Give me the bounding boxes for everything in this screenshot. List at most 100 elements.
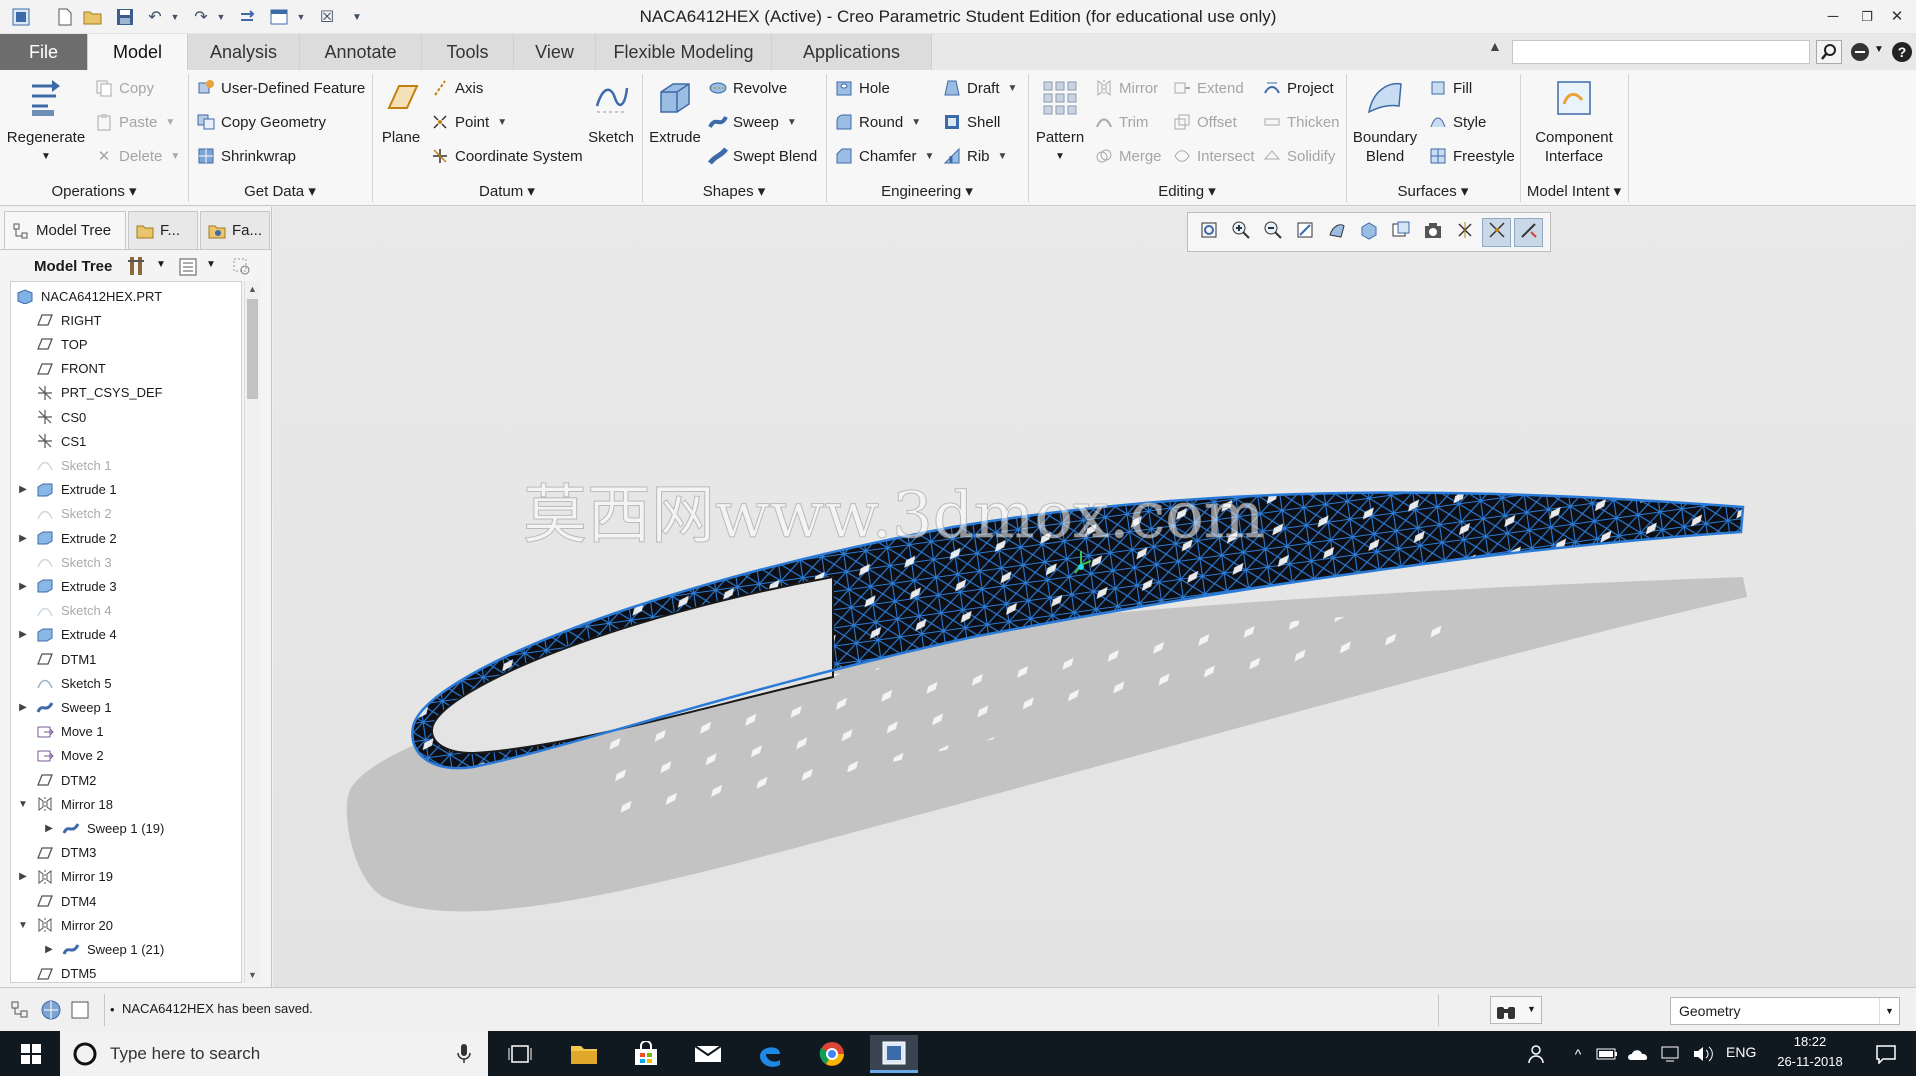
user-defined-feature-button[interactable]: User-Defined Feature [196,76,365,100]
solidify-button[interactable]: Solidify [1262,144,1335,168]
swept-blend-button[interactable]: Swept Blend [708,144,817,168]
tab-model[interactable]: Model [88,34,188,70]
shrinkwrap-button[interactable]: Shrinkwrap [196,144,296,168]
tab-model-tree[interactable]: Model Tree [4,211,126,249]
volume-icon[interactable] [1688,1035,1718,1073]
tree-item[interactable]: DTM4 [35,889,96,913]
tab-flexible-modeling[interactable]: Flexible Modeling [596,34,772,70]
tree-item[interactable]: RIGHT [35,308,101,332]
scroll-thumb[interactable] [247,299,258,399]
group-operations[interactable]: Operations ▾ [0,182,188,200]
group-shapes[interactable]: Shapes ▾ [642,182,826,200]
revolve-button[interactable]: Revolve [708,76,787,100]
taskbar-search-box[interactable]: Type here to search [60,1031,488,1076]
collapse-icon[interactable]: ▼ [17,799,29,810]
graphics-viewport[interactable]: 莫西网www.3dmox.com [273,207,1916,987]
window-close-icon[interactable]: ✕ [1884,4,1910,30]
group-engineering[interactable]: Engineering ▾ [826,182,1028,200]
notifications-icon[interactable] [1862,1035,1910,1073]
offset-button[interactable]: Offset [1172,110,1237,134]
draft-button[interactable]: Draft ▼ [942,76,1017,100]
copy-button[interactable]: Copy [94,76,154,100]
tray-expand-icon[interactable]: ^ [1566,1035,1590,1073]
creo-taskbar-icon[interactable] [870,1035,918,1073]
expand-icon[interactable]: ▶ [17,629,29,640]
clock-date[interactable]: 26-11-2018 [1770,1054,1850,1069]
tree-item[interactable]: ▼ Mirror 18 [18,792,113,816]
expand-icon[interactable]: ▶ [17,581,29,592]
network-icon[interactable] [1656,1035,1686,1073]
tree-scrollbar[interactable]: ▲ ▼ [244,281,260,983]
task-view-icon[interactable] [496,1035,544,1073]
component-interface-button[interactable]: Component Interface [1524,76,1624,166]
tree-item[interactable]: ▶ Extrude 1 [19,478,117,502]
expand-icon[interactable]: ▶ [17,533,29,544]
tab-annotate[interactable]: Annotate [300,34,422,70]
group-model-intent[interactable]: Model Intent ▾ [1520,182,1628,200]
window-restore-icon[interactable]: ❐ [1854,4,1880,30]
help-icon[interactable]: ? [1892,42,1912,62]
expand-icon[interactable]: ▶ [17,484,29,495]
people-icon[interactable] [1518,1035,1558,1073]
trim-button[interactable]: Trim [1094,110,1148,134]
tree-item[interactable]: Sketch 1 [35,453,112,477]
tab-applications[interactable]: Applications [772,34,932,70]
tab-file[interactable]: File [0,34,88,70]
window-minimize-icon[interactable]: ─ [1820,4,1846,30]
expand-icon[interactable]: ▶ [17,702,29,713]
group-datum[interactable]: Datum ▾ [372,182,642,200]
airfoil-model[interactable]: 莫西网www.3dmox.com [273,207,1916,987]
expand-icon[interactable]: ▶ [43,823,55,834]
intersect-button[interactable]: Intersect [1172,144,1255,168]
navigator-toggle-icon[interactable] [10,1000,30,1024]
hole-button[interactable]: Hole [834,76,890,100]
tree-item[interactable]: ▶ Extrude 2 [19,526,117,550]
tree-settings-icon[interactable] [126,255,146,281]
sketch-button[interactable]: Sketch [584,76,638,147]
input-language[interactable]: ENG [1726,1044,1756,1060]
file-explorer-icon[interactable] [560,1035,608,1073]
tree-item[interactable]: ▼ Mirror 20 [18,913,113,937]
collapse-ribbon-icon[interactable]: ▲ [1488,38,1502,54]
tree-item[interactable]: DTM3 [35,841,96,865]
tree-item[interactable]: ▶ Sweep 1 (19) [45,816,164,840]
delete-button[interactable]: ✕ Delete ▼ [94,144,181,168]
tree-item[interactable]: CS1 [35,429,86,453]
community-dropdown-icon[interactable]: ▼ [1874,44,1884,55]
tab-view[interactable]: View [514,34,596,70]
group-editing[interactable]: Editing ▾ [1028,182,1346,200]
rib-button[interactable]: Rib ▼ [942,144,1007,168]
copy-geometry-button[interactable]: Copy Geometry [196,110,326,134]
merge-button[interactable]: Merge [1094,144,1162,168]
filter-select[interactable]: Geometry ▼ [1670,997,1900,1025]
sweep-button[interactable]: Sweep ▼ [708,110,797,134]
chrome-icon[interactable] [808,1035,856,1073]
tree-item[interactable]: ▶ Mirror 19 [19,865,113,889]
round-button[interactable]: Round ▼ [834,110,921,134]
tree-columns-dropdown-icon[interactable]: ▼ [206,259,216,270]
store-icon[interactable] [622,1035,670,1073]
tree-item[interactable]: DTM1 [35,647,96,671]
paste-button[interactable]: Paste ▼ [94,110,175,134]
style-button[interactable]: Style [1428,110,1486,134]
tree-item[interactable]: ▶ Sweep 1 (21) [45,937,164,961]
search-input[interactable] [1512,40,1810,64]
collapse-icon[interactable]: ▼ [17,920,29,931]
tree-item[interactable]: Sketch 4 [35,599,112,623]
tree-item[interactable]: ▶ Extrude 4 [19,623,117,647]
tree-item[interactable]: PRT_CSYS_DEF [35,381,163,405]
extrude-button[interactable]: Extrude [646,76,704,147]
tree-item[interactable]: Move 2 [35,744,104,768]
project-button[interactable]: Project [1262,76,1334,100]
mail-icon[interactable] [684,1035,732,1073]
shell-button[interactable]: Shell [942,110,1000,134]
scroll-down-icon[interactable]: ▼ [245,967,260,983]
tree-item[interactable]: Move 1 [35,720,104,744]
fill-button[interactable]: Fill [1428,76,1472,100]
clock-time[interactable]: 18:22 [1770,1034,1850,1049]
mirror-button[interactable]: Mirror [1094,76,1158,100]
chamfer-button[interactable]: Chamfer ▼ [834,144,934,168]
point-button[interactable]: Point ▼ [430,110,507,134]
tab-folder-browser[interactable]: F... [128,211,198,249]
tree-settings-dropdown-icon[interactable]: ▼ [156,259,166,270]
